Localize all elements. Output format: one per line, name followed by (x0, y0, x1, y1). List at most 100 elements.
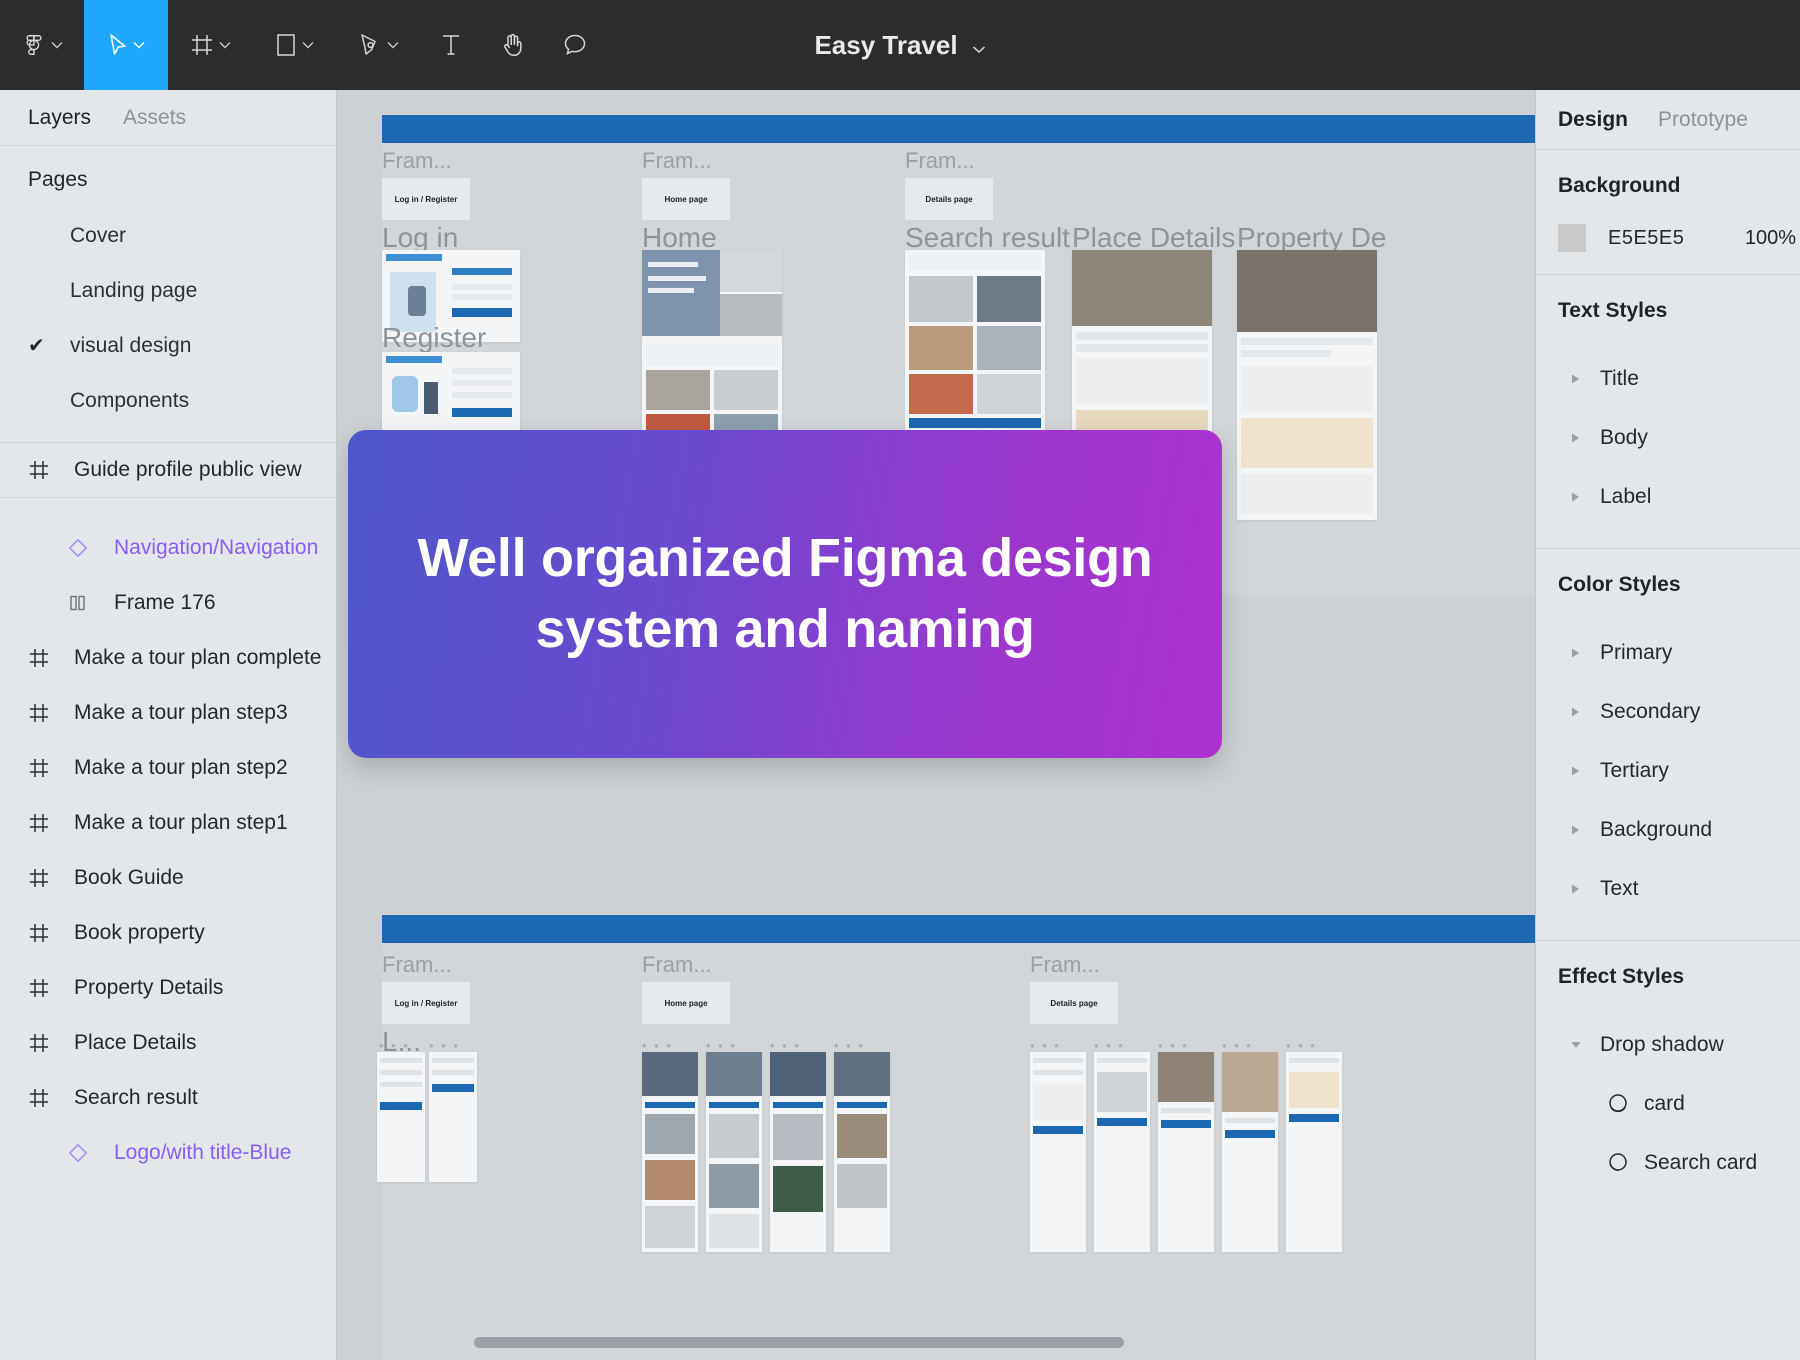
mini-card-details-page[interactable]: Details page (905, 178, 993, 220)
layer-item-navigation[interactable]: Navigation/Navigation (0, 520, 336, 575)
artboard-dots: • • • (1030, 1038, 1061, 1053)
text-style-title[interactable]: Title (1536, 349, 1800, 408)
chevron-down-icon[interactable] (133, 41, 145, 49)
layer-item-property-details[interactable]: Property Details (0, 960, 336, 1015)
page-item-components[interactable]: Components (0, 373, 336, 428)
layer-item-place-details[interactable]: Place Details (0, 1015, 336, 1070)
mobile-thumbnail[interactable] (1030, 1052, 1086, 1252)
promo-overlay-card[interactable]: Well organized Figma design system and n… (348, 430, 1222, 758)
chevron-right-icon[interactable] (1570, 765, 1600, 777)
thumbnail-home[interactable] (642, 250, 782, 452)
layer-item-frame-176[interactable]: Frame 176 (0, 575, 336, 630)
artboard-dots: • • • (770, 1038, 801, 1053)
mini-card-login-register[interactable]: Log in / Register (382, 178, 470, 220)
frame-label: Fram... (382, 148, 452, 173)
frame-icon-button[interactable] (168, 0, 252, 90)
color-style-secondary[interactable]: Secondary (1536, 682, 1800, 741)
mobile-thumbnail[interactable] (834, 1052, 890, 1252)
page-item-visual-design[interactable]: ✔ visual design (0, 318, 336, 373)
background-color-row[interactable]: E5E5E5 100% (1536, 224, 1800, 252)
color-style-background[interactable]: Background (1536, 800, 1800, 859)
chevron-right-icon[interactable] (1570, 373, 1600, 385)
layer-item-make-a-tour-plan-step1[interactable]: Make a tour plan step1 (0, 795, 336, 850)
layer-item-make-a-tour-plan-step2[interactable]: Make a tour plan step2 (0, 740, 336, 795)
chevron-right-icon[interactable] (1570, 491, 1600, 503)
tab-prototype[interactable]: Prototype (1658, 108, 1748, 132)
mini-card-home-page[interactable]: Home page (642, 178, 730, 220)
layer-item-search-result[interactable]: Search result (0, 1070, 336, 1125)
chevron-down-icon[interactable] (972, 30, 986, 61)
chevron-down-icon[interactable] (51, 41, 63, 49)
tab-layers[interactable]: Layers (28, 106, 91, 130)
color-style-text[interactable]: Text (1536, 859, 1800, 918)
canvas-horizontal-scrollbar[interactable] (474, 1337, 1124, 1348)
background-hex-value[interactable]: E5E5E5 (1608, 227, 1684, 250)
effect-style-search-card[interactable]: Search card (1536, 1133, 1800, 1192)
artboard-dots: • • • (1222, 1038, 1253, 1053)
frame-label: Fram... (905, 148, 975, 173)
chevron-right-icon[interactable] (1570, 647, 1600, 659)
mobile-thumbnail[interactable] (1286, 1052, 1342, 1252)
text-icon-button[interactable] (420, 0, 482, 90)
thumbnail-property-details[interactable] (1237, 250, 1377, 520)
thumbnail-place-details[interactable] (1072, 250, 1212, 452)
layer-item-make-a-tour-plan-step3[interactable]: Make a tour plan step3 (0, 685, 336, 740)
frame-label: Fram... (642, 148, 712, 173)
chevron-down-icon[interactable] (219, 41, 231, 49)
frame-hash-icon (28, 812, 74, 834)
mini-card-details-page-mobile[interactable]: Details page (1030, 982, 1118, 1024)
figma-logo-icon-button[interactable] (0, 0, 84, 90)
page-item-landing-page[interactable]: Landing page (0, 263, 336, 318)
layer-item-book-guide[interactable]: Book Guide (0, 850, 336, 905)
move-cursor-icon-button[interactable] (84, 0, 168, 90)
color-swatch[interactable] (1558, 224, 1586, 252)
effect-style-card[interactable]: card (1536, 1074, 1800, 1133)
color-styles-section: Color Styles Primary Secondary Tertiary … (1536, 549, 1800, 941)
mobile-thumbnail[interactable] (1222, 1052, 1278, 1252)
effect-group-drop-shadow[interactable]: Drop shadow (1536, 1015, 1800, 1074)
mobile-thumbnail[interactable] (377, 1052, 425, 1182)
mobile-thumbnail[interactable] (770, 1052, 826, 1252)
shape-rectangle-icon-button[interactable] (252, 0, 336, 90)
chevron-right-icon[interactable] (1570, 883, 1600, 895)
design-canvas[interactable]: Fram... Log in / Register Log in Fram...… (337, 90, 1537, 1360)
effect-styles-heading: Effect Styles (1558, 965, 1685, 988)
mobile-thumbnail[interactable] (1094, 1052, 1150, 1252)
canvas-board-bottom[interactable] (382, 915, 1537, 1360)
color-style-tertiary[interactable]: Tertiary (1536, 741, 1800, 800)
chevron-right-icon[interactable] (1570, 824, 1600, 836)
mobile-thumbnail[interactable] (429, 1052, 477, 1182)
color-style-primary[interactable]: Primary (1536, 623, 1800, 682)
layer-item-make-a-tour-plan-complete[interactable]: Make a tour plan complete (0, 630, 336, 685)
pen-icon-button[interactable] (336, 0, 420, 90)
tab-assets[interactable]: Assets (123, 106, 186, 130)
hand-icon-button[interactable] (482, 0, 544, 90)
mobile-thumbnail[interactable] (642, 1052, 698, 1252)
layer-label: Book Guide (74, 865, 184, 889)
chevron-right-icon[interactable] (1570, 432, 1600, 444)
chevron-down-icon[interactable] (1570, 1039, 1600, 1050)
background-heading: Background (1558, 174, 1681, 197)
layer-item-logo-with-title-blue[interactable]: Logo/with title-Blue (0, 1125, 336, 1180)
mobile-thumbnail[interactable] (706, 1052, 762, 1252)
page-label: Cover (70, 223, 127, 247)
file-title[interactable]: Easy Travel (814, 30, 985, 61)
text-style-body[interactable]: Body (1536, 408, 1800, 467)
mini-card-home-page-mobile[interactable]: Home page (642, 982, 730, 1024)
thumbnail-search-result[interactable] (905, 250, 1045, 452)
layer-label: Make a tour plan complete (74, 645, 322, 669)
comment-icon-button[interactable] (544, 0, 606, 90)
chevron-right-icon[interactable] (1570, 706, 1600, 718)
layers-list: Guide profile public view Navigation/Nav… (0, 443, 336, 1180)
chevron-down-icon[interactable] (387, 41, 399, 49)
mini-card-login-register-mobile[interactable]: Log in / Register (382, 982, 470, 1024)
layer-item-book-property[interactable]: Book property (0, 905, 336, 960)
mobile-thumbnail[interactable] (1158, 1052, 1214, 1252)
chevron-down-icon[interactable] (302, 41, 314, 49)
page-item-cover[interactable]: Cover (0, 208, 336, 263)
layer-item-guide-profile-public-view[interactable]: Guide profile public view (0, 443, 336, 498)
board-bottom-bar (382, 915, 1537, 943)
text-style-label[interactable]: Label (1536, 467, 1800, 526)
background-opacity-value[interactable]: 100% (1745, 227, 1800, 250)
tab-design[interactable]: Design (1558, 108, 1628, 132)
